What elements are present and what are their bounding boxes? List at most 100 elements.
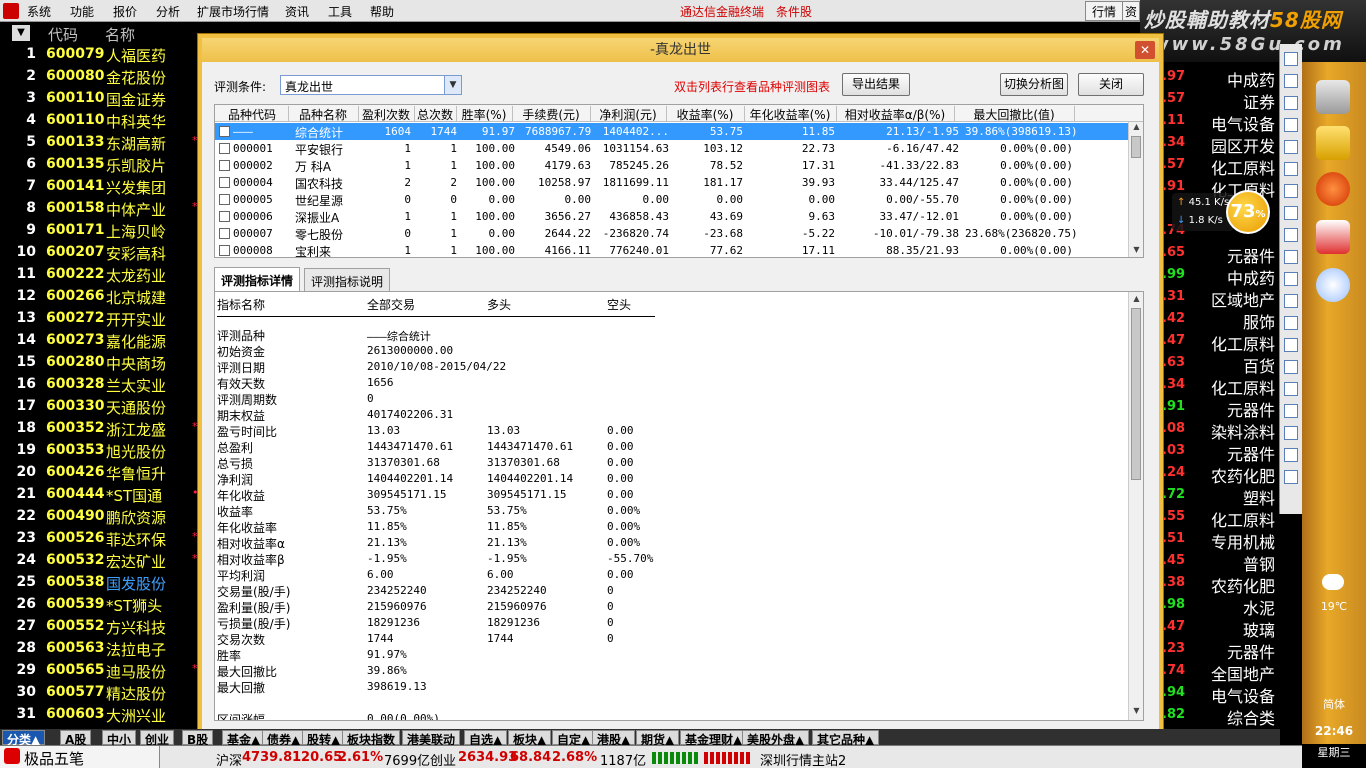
toolbar-icon[interactable] (1284, 96, 1298, 110)
stock-row[interactable]: 11 600222 太龙药业 (0, 264, 210, 286)
bottom-tab[interactable]: 股转▲ (302, 730, 346, 747)
menu-quote[interactable]: 报价 (113, 3, 137, 20)
net-speed-widget[interactable]: ↑ 45.1 K/s ↓ 1.8 K/s 73% (1172, 190, 1292, 234)
table-header-cell[interactable]: 最大回撤比(值) (957, 106, 1075, 122)
bottom-tab[interactable]: 基金▲ (222, 730, 266, 747)
table-scrollbar[interactable]: ▲ ▼ (1128, 122, 1143, 257)
bottom-tab[interactable]: 自选▲ (464, 730, 508, 747)
stock-row[interactable]: 23 600526 菲达环保 * (0, 528, 210, 550)
table-row[interactable]: 000001 平安银行 1 1 100.00 4549.06 1031154.63 103.1… (215, 140, 1140, 157)
toolbar-icon[interactable] (1284, 360, 1298, 374)
sort-down-icon[interactable]: ▼ (12, 25, 30, 41)
stock-row[interactable]: 21 600444 *ST国通 • (0, 484, 210, 506)
stock-row[interactable]: 12 600266 北京城建 (0, 286, 210, 308)
stock-row[interactable]: 19 600353 旭光股份 (0, 440, 210, 462)
toolbar-icon[interactable] (1284, 272, 1298, 286)
menu-news[interactable]: 资讯 (285, 3, 309, 20)
toolbar-icon[interactable] (1284, 426, 1298, 440)
table-header-cell[interactable]: 盈利次数 (361, 106, 415, 122)
detail-scroll-up-icon[interactable]: ▲ (1129, 294, 1143, 306)
table-header-cell[interactable]: 手续费(元) (515, 106, 591, 122)
table-header-cell[interactable]: 胜率(%) (459, 106, 513, 122)
stock-row[interactable]: 3 600110 国金证券 (0, 88, 210, 110)
bottom-tab[interactable]: 创业 (140, 730, 175, 747)
app-icon[interactable] (1316, 220, 1350, 254)
table-row[interactable]: 000007 零七股份 0 1 0.00 2644.22 -236820.74 -23.68 -… (215, 225, 1140, 242)
toolbar-icon[interactable] (1284, 118, 1298, 132)
toolbar-icon[interactable] (1284, 382, 1298, 396)
menu-help[interactable]: 帮助 (370, 3, 394, 20)
stock-row[interactable]: 1 600079 人福医药 (0, 44, 210, 66)
col-header-code[interactable]: 代码 (48, 24, 78, 45)
detail-scrollbar[interactable]: ▲ ▼ (1128, 292, 1143, 720)
stock-row[interactable]: 14 600273 嘉化能源 (0, 330, 210, 352)
stock-row[interactable]: 22 600490 鹏欣资源 (0, 506, 210, 528)
news-button[interactable]: 资 (1122, 1, 1140, 21)
menu-ext-market[interactable]: 扩展市场行情 (197, 3, 269, 20)
bottom-tab[interactable]: 其它品种▲ (812, 730, 880, 747)
bottom-tab[interactable]: 板块▲ (508, 730, 552, 747)
stock-row[interactable]: 6 600135 乐凯胶片 (0, 154, 210, 176)
tab-detail[interactable]: 评测指标详情 (214, 267, 301, 291)
bottom-tab[interactable]: 期货▲ (636, 730, 680, 747)
menu-system[interactable]: 系统 (27, 3, 51, 20)
stock-row[interactable]: 25 600538 国发股份 (0, 572, 210, 594)
table-header-cell[interactable]: 相对收益率α/β(%) (839, 106, 955, 122)
stock-row[interactable]: 27 600552 方兴科技 (0, 616, 210, 638)
toolbar-icon[interactable] (1284, 162, 1298, 176)
stock-row[interactable]: 18 600352 浙江龙盛 * (0, 418, 210, 440)
detail-scroll-thumb[interactable] (1131, 308, 1141, 480)
table-header-cell[interactable]: 总次数 (417, 106, 457, 122)
chevron-down-icon[interactable]: ▼ (444, 76, 461, 94)
bottom-tab[interactable]: 基金理财▲ (680, 730, 748, 747)
table-scroll-thumb[interactable] (1131, 136, 1141, 158)
condition-select[interactable]: 真龙出世 ▼ (280, 75, 462, 95)
close-icon[interactable]: ✕ (1135, 41, 1155, 59)
stock-row[interactable]: 13 600272 开开实业 (0, 308, 210, 330)
menu-tools[interactable]: 工具 (328, 3, 352, 20)
table-header-cell[interactable]: 品种代码 (219, 106, 289, 122)
toolbar-icon[interactable] (1284, 250, 1298, 264)
table-header-cell[interactable]: 净利润(元) (593, 106, 667, 122)
stock-row[interactable]: 4 600110 中科英华 (0, 110, 210, 132)
folder-icon[interactable] (1316, 126, 1350, 160)
scroll-down-icon[interactable]: ▼ (1129, 245, 1143, 257)
close-button[interactable]: 关闭 (1078, 73, 1144, 96)
bottom-tab[interactable]: 港股▲ (592, 730, 636, 747)
quote-button[interactable]: 行情 (1085, 1, 1124, 21)
toolbar-icon[interactable] (1284, 338, 1298, 352)
drive-icon[interactable] (1316, 80, 1350, 114)
palette-icon[interactable] (1316, 268, 1350, 302)
bottom-tab[interactable]: 板块指数 (342, 730, 401, 747)
stock-row[interactable]: 28 600563 法拉电子 (0, 638, 210, 660)
bottom-tab[interactable]: 自定▲ (552, 730, 596, 747)
bottom-tab[interactable]: 港美联动 (402, 730, 461, 747)
toolbar-icon[interactable] (1284, 448, 1298, 462)
toolbar-icon[interactable] (1284, 404, 1298, 418)
table-row[interactable]: 000004 国农科技 2 2 100.00 10258.97 1811699.11 181.… (215, 174, 1140, 191)
table-row[interactable]: 000006 深振业A 1 1 100.00 3656.27 436858.43 43.69 9… (215, 208, 1140, 225)
stock-row[interactable]: 26 600539 *ST狮头 (0, 594, 210, 616)
detail-scroll-down-icon[interactable]: ▼ (1129, 706, 1143, 718)
stock-row[interactable]: 5 600133 东湖高新 * (0, 132, 210, 154)
table-row[interactable]: 000002 万 科A 1 1 100.00 4179.63 785245.26 78.52 1… (215, 157, 1140, 174)
stock-row[interactable]: 29 600565 迪马股份 * (0, 660, 210, 682)
table-header-cell[interactable]: 收益率(%) (669, 106, 745, 122)
tab-explanation[interactable]: 评测指标说明 (304, 268, 391, 291)
ime-bar[interactable]: 极品五笔 (0, 746, 160, 768)
export-button[interactable]: 导出结果 (842, 73, 910, 96)
stock-row[interactable]: 15 600280 中央商场 (0, 352, 210, 374)
switch-chart-button[interactable]: 切换分析图 (1000, 73, 1068, 96)
toolbar-icon[interactable] (1284, 316, 1298, 330)
browser-icon[interactable] (1316, 172, 1350, 206)
bottom-tab[interactable]: B股 (182, 730, 214, 747)
stock-row[interactable]: 20 600426 华鲁恒升 (0, 462, 210, 484)
stock-row[interactable]: 17 600330 天通股份 (0, 396, 210, 418)
bottom-tab[interactable]: 中小 (102, 730, 137, 747)
table-row[interactable]: ——— 综合统计 1604 1744 91.97 7688967.79 1404402...… (215, 123, 1140, 140)
menu-function[interactable]: 功能 (70, 3, 94, 20)
lang-indicator[interactable]: 简体 (1302, 696, 1366, 712)
stock-row[interactable]: 2 600080 金花股份 (0, 66, 210, 88)
bottom-tab[interactable]: 美股外盘▲ (742, 730, 810, 747)
menu-analysis[interactable]: 分析 (156, 3, 180, 20)
